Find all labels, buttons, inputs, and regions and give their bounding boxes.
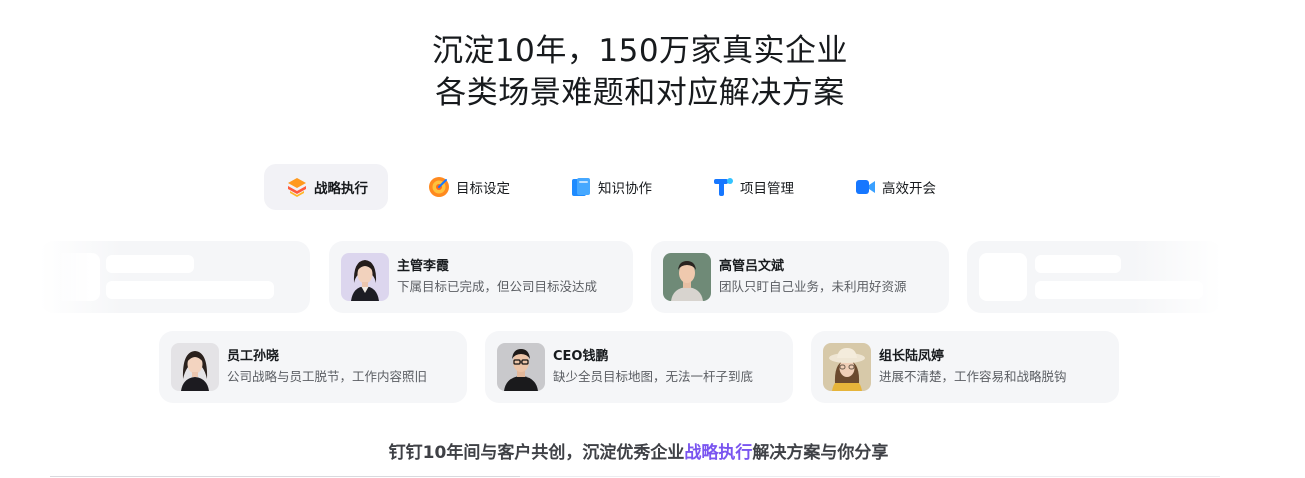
- card-placeholder-left: [40, 241, 310, 313]
- card-name: 高管吕文斌: [719, 259, 785, 274]
- scenario-card[interactable]: 主管李霞 下属目标已完成，但公司目标没达成: [329, 241, 633, 313]
- card-name: 员工孙晓: [227, 349, 280, 364]
- scenario-card[interactable]: 组长陆凤婷 进展不清楚，工作容易和战略脱钩: [811, 331, 1119, 403]
- placeholder-name-bar: [106, 255, 194, 273]
- card-text: 员工孙晓 公司战略与员工脱节，工作内容照旧: [227, 347, 427, 387]
- avatar: [171, 343, 219, 391]
- placeholder-desc-bar: [1035, 281, 1203, 299]
- section-divider: [50, 476, 520, 477]
- placeholder-name-bar: [1035, 255, 1121, 273]
- card-name: 组长陆凤婷: [879, 349, 945, 364]
- card-description: 公司战略与员工脱节，工作内容照旧: [227, 369, 428, 384]
- card-text: 组长陆凤婷 进展不清楚，工作容易和战略脱钩: [879, 347, 1067, 387]
- avatar: [497, 343, 545, 391]
- tab-label: 战略执行: [314, 181, 368, 197]
- strategy-icon: [286, 176, 308, 198]
- project-t-icon: [712, 176, 734, 198]
- scenario-tabs: 战略执行 目标设定 知识协作 项目管理 高效开会: [264, 164, 974, 210]
- tab-label: 目标设定: [456, 181, 510, 197]
- page: 沉淀10年，150万家真实企业 各类场景难题和对应解决方案 战略执行 目标设定 …: [0, 0, 1305, 478]
- tagline-suffix: 解决方案与你分享: [752, 443, 889, 463]
- placeholder-avatar: [979, 253, 1027, 301]
- tab-knowledge-collaboration[interactable]: 知识协作: [548, 164, 672, 210]
- card-description: 团队只盯自己业务，未利用好资源: [719, 279, 907, 294]
- tab-label: 项目管理: [740, 181, 794, 197]
- card-text: CEO钱鹏 缺少全员目标地图，无法一杆子到底: [553, 347, 753, 387]
- scenario-card[interactable]: CEO钱鹏 缺少全员目标地图，无法一杆子到底: [485, 331, 793, 403]
- avatar: [341, 253, 389, 301]
- card-text: 主管李霞 下属目标已完成，但公司目标没达成: [397, 257, 597, 297]
- placeholder-avatar: [52, 253, 100, 301]
- tagline-highlight[interactable]: 战略执行: [684, 443, 752, 463]
- target-icon: [428, 176, 450, 198]
- solution-tagline: 钉钉10年间与客户共创，沉淀优秀企业战略执行解决方案与你分享: [0, 438, 1277, 463]
- tab-efficient-meetings[interactable]: 高效开会: [832, 164, 956, 210]
- tab-label: 知识协作: [598, 181, 652, 197]
- card-description: 下属目标已完成，但公司目标没达成: [397, 279, 598, 294]
- placeholder-desc-bar: [106, 281, 274, 299]
- card-description: 进展不清楚，工作容易和战略脱钩: [879, 369, 1067, 384]
- card-name: CEO钱鹏: [553, 349, 609, 364]
- card-name: 主管李霞: [397, 259, 450, 274]
- scenario-card[interactable]: 员工孙晓 公司战略与员工脱节，工作内容照旧: [159, 331, 467, 403]
- scenario-card[interactable]: 高管吕文斌 团队只盯自己业务，未利用好资源: [651, 241, 949, 313]
- tab-strategy-execution[interactable]: 战略执行: [264, 164, 388, 210]
- hero-title-line-2: 各类场景难题和对应解决方案: [435, 75, 845, 111]
- section-divider: [520, 476, 1220, 477]
- hero-title: 沉淀10年，150万家真实企业 各类场景难题和对应解决方案: [0, 30, 1280, 114]
- avatar: [663, 253, 711, 301]
- avatar: [823, 343, 871, 391]
- card-description: 缺少全员目标地图，无法一杆子到底: [553, 369, 754, 384]
- video-camera-icon: [854, 176, 876, 198]
- knowledge-book-icon: [570, 176, 592, 198]
- tagline-prefix: 钉钉10年间与客户共创，沉淀优秀企业: [388, 443, 685, 463]
- hero-title-line-1: 沉淀10年，150万家真实企业: [431, 33, 849, 69]
- tab-project-management[interactable]: 项目管理: [690, 164, 814, 210]
- tab-label: 高效开会: [882, 181, 936, 197]
- card-text: 高管吕文斌 团队只盯自己业务，未利用好资源: [719, 257, 907, 297]
- tab-goal-setting[interactable]: 目标设定: [406, 164, 530, 210]
- card-placeholder-right: [967, 241, 1222, 313]
